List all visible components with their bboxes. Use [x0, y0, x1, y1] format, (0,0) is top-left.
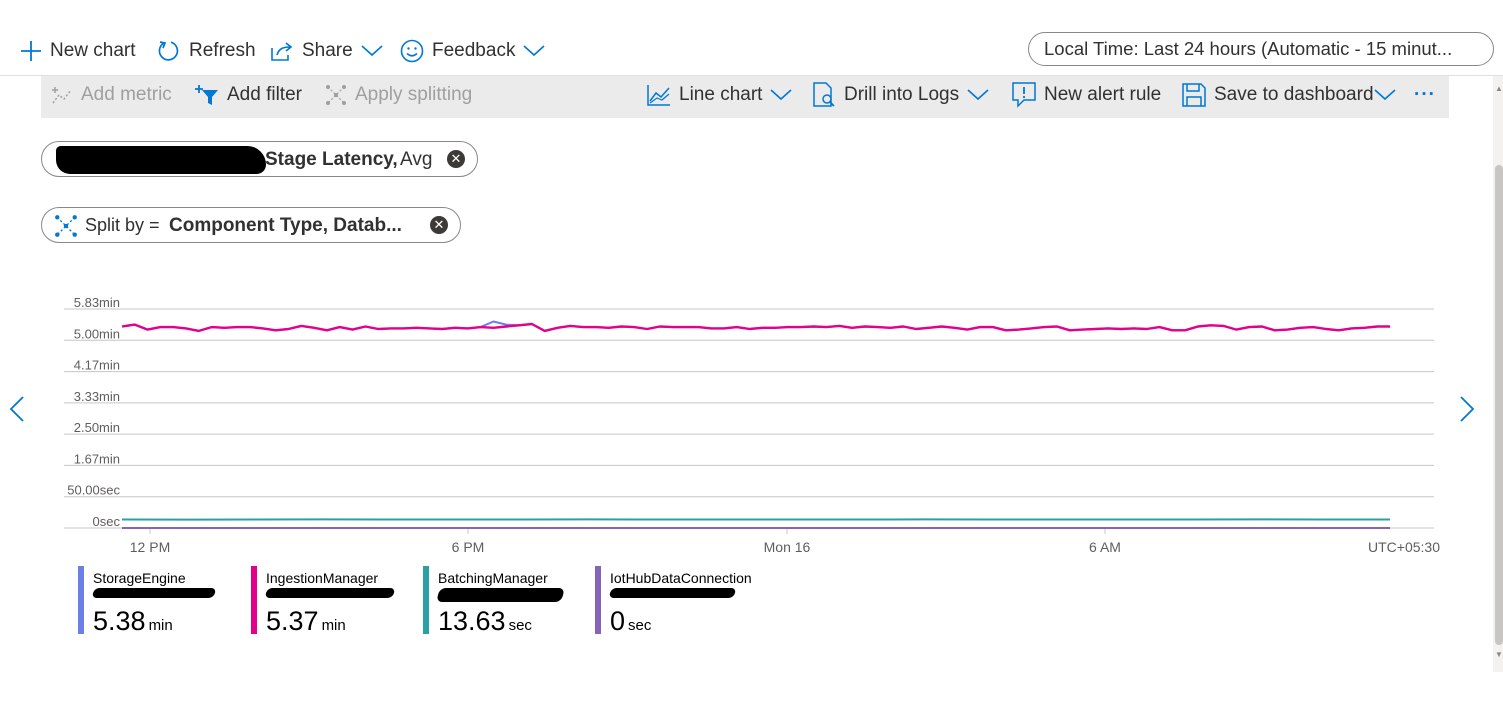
y-tick-label: 5.00min [74, 326, 120, 341]
save-to-dashboard-label: Save to dashboard [1214, 84, 1374, 105]
legend-color-bar [78, 566, 84, 634]
add-metric-icon [52, 87, 72, 104]
smiley-icon [400, 39, 424, 63]
legend-item-batchingmanager[interactable]: BatchingManager 13.63 sec [423, 566, 573, 636]
chevron-down-icon [361, 45, 383, 57]
x-tick-label: 12 PM [130, 539, 170, 555]
redacted-scribble [436, 588, 565, 602]
scroll-down-icon[interactable]: ▼ [1495, 650, 1503, 659]
y-tick-label: 0sec [93, 514, 121, 529]
redacted-scribble [264, 588, 396, 598]
logs-icon [813, 82, 835, 107]
chevron-down-icon [1373, 89, 1396, 101]
alert-icon [1012, 82, 1036, 108]
chart-toolbar: Add metric Add filter Apply splitting Li… [41, 76, 1449, 118]
previous-period-icon[interactable] [8, 395, 26, 423]
chevron-down-icon [967, 89, 989, 101]
x-tick-label: 6 PM [452, 539, 485, 555]
legend-series-name: StorageEngine [93, 570, 186, 586]
remove-split-icon[interactable]: ✕ [430, 216, 448, 234]
y-tick-label: 1.67min [74, 451, 120, 466]
y-tick-label: 4.17min [74, 358, 120, 373]
y-tick-label: 5.83min [74, 295, 120, 310]
x-tick-label: 6 AM [1089, 539, 1121, 555]
share-icon [271, 42, 293, 61]
scrollbar-thumb[interactable] [1495, 165, 1503, 645]
add-metric-button[interactable]: Add metric [51, 81, 172, 109]
line-chart-label: Line chart [679, 84, 763, 105]
add-filter-button[interactable]: Add filter [195, 81, 302, 109]
redacted-scribble [608, 588, 737, 598]
x-tick-label: Mon 16 [764, 539, 811, 555]
apply-splitting-button[interactable]: Apply splitting [325, 81, 472, 109]
split-by-value: Component Type, Datab... [169, 215, 402, 236]
legend-series-name: BatchingManager [438, 570, 548, 586]
legend-item-storageengine[interactable]: StorageEngine 5.38 min [78, 566, 228, 636]
metric-aggregation: Avg [400, 149, 433, 170]
series-line-ingestionmanager [121, 322, 1390, 333]
chevron-down-icon [523, 45, 545, 57]
legend-value: 13.63 sec [438, 606, 532, 636]
legend-series-name: IotHubDataConnection [610, 570, 752, 586]
apply-splitting-label: Apply splitting [355, 84, 473, 105]
splitting-icon [326, 85, 346, 105]
y-tick-label: 2.50min [74, 420, 120, 435]
drill-into-logs-button[interactable]: Drill into Logs [812, 81, 989, 109]
drill-into-logs-label: Drill into Logs [844, 84, 960, 105]
time-range-label: Local Time: Last 24 hours (Automatic - 1… [1044, 38, 1453, 59]
legend-value: 5.38 min [93, 606, 173, 636]
save-icon [1182, 83, 1206, 107]
splitting-icon [55, 215, 77, 237]
feedback-button[interactable]: Feedback [400, 38, 545, 64]
more-options-button[interactable]: ··· [1414, 81, 1436, 109]
more-options-label: ··· [1414, 84, 1436, 105]
y-tick-label: 50.00sec [67, 483, 120, 498]
filter-icon [195, 85, 218, 105]
y-tick-label: 3.33min [74, 389, 120, 404]
legend-item-ingestionmanager[interactable]: IngestionManager 5.37 min [251, 566, 401, 636]
command-bar: New chart Refresh Share Feedback Local T… [0, 28, 1503, 76]
timezone-label: UTC+05:30 [1368, 539, 1440, 555]
refresh-button[interactable]: Refresh [157, 38, 256, 64]
plus-icon [21, 41, 41, 61]
metric-pill[interactable]: Stage Latency, Avg ✕ [41, 141, 478, 177]
line-chart-icon [647, 85, 670, 106]
chevron-down-icon [770, 89, 792, 101]
metric-name: Stage Latency, [265, 149, 398, 170]
legend-series-name: IngestionManager [266, 570, 379, 586]
line-chart-button[interactable]: Line chart [647, 81, 792, 109]
refresh-label: Refresh [189, 40, 256, 61]
refresh-icon [158, 41, 179, 61]
legend-color-bar [595, 566, 601, 634]
split-by-pill[interactable]: Split by = Component Type, Datab... ✕ [41, 207, 461, 243]
line-chart: 5.83min 5.00min 4.17min 3.33min 2.50min 1.67m… [64, 295, 1440, 555]
feedback-label: Feedback [432, 40, 516, 61]
add-filter-label: Add filter [227, 84, 302, 105]
add-metric-label: Add metric [81, 84, 172, 105]
share-label: Share [302, 40, 353, 61]
time-range-picker[interactable]: Local Time: Last 24 hours (Automatic - 1… [1028, 32, 1494, 66]
new-chart-button[interactable]: New chart [20, 38, 136, 64]
legend-item-iothubdataconnection[interactable]: IotHubDataConnection 0 sec [595, 566, 765, 636]
legend-color-bar [423, 566, 429, 634]
split-by-prefix: Split by = [85, 215, 160, 235]
legend-value: 5.37 min [266, 606, 346, 636]
legend-color-bar [251, 566, 257, 634]
new-alert-rule-label: New alert rule [1044, 84, 1162, 105]
save-to-dashboard-button[interactable]: Save to dashboard [1182, 81, 1396, 109]
new-alert-rule-button[interactable]: New alert rule [1012, 81, 1161, 109]
redacted-resource [56, 146, 266, 174]
scroll-up-icon[interactable]: ▲ [1495, 84, 1503, 93]
legend-value: 0 sec [610, 606, 652, 636]
new-chart-label: New chart [50, 40, 136, 61]
share-button[interactable]: Share [270, 38, 383, 64]
remove-metric-icon[interactable]: ✕ [447, 150, 465, 168]
next-period-icon[interactable] [1458, 395, 1476, 423]
redacted-scribble [91, 588, 217, 598]
